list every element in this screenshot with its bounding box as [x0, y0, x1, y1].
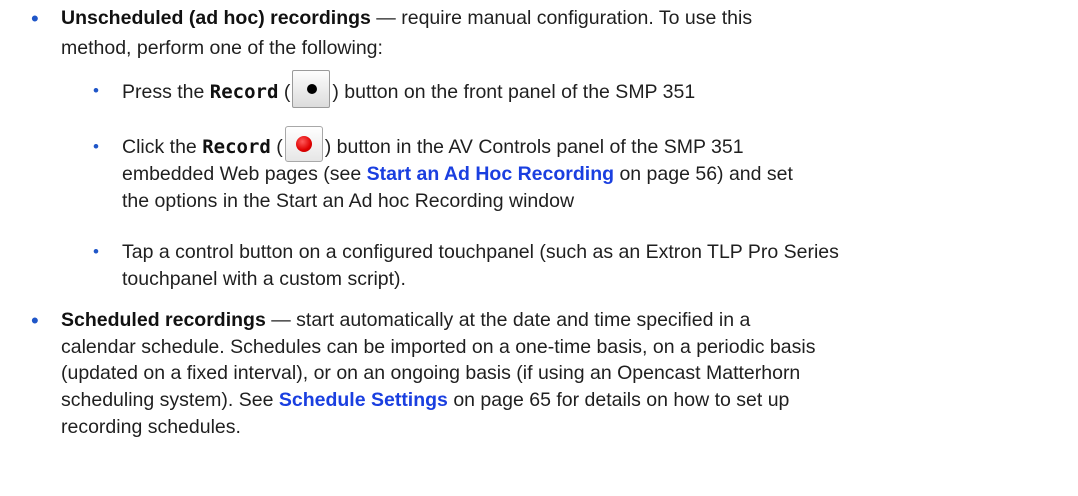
click-pre-text: Click the: [122, 136, 203, 159]
tap-line-2: touchpanel with a custom script).: [122, 268, 406, 290]
tap-line-1: Tap a control button on a configured tou…: [122, 241, 839, 263]
click-record-line-3: the options in the Start an Ad hoc Recor…: [122, 190, 575, 212]
click-line2-pre: embedded Web pages (see: [122, 163, 367, 185]
press-pre-text: Press the: [122, 81, 210, 104]
record-button-name: Record: [209, 81, 279, 104]
paren-open: (: [278, 81, 291, 104]
sub-bullet-icon: •: [93, 81, 99, 100]
unscheduled-line-1: Unscheduled (ad hoc) recordings — requir…: [61, 5, 752, 31]
bullet-icon: •: [31, 308, 39, 333]
document-page: • Unscheduled (ad hoc) recordings — requ…: [0, 0, 1078, 496]
click-post-text: ) button in the AV Controls panel of the…: [324, 136, 744, 159]
click-line2-post: on page 56) and set: [614, 163, 793, 185]
scheduled-line4-pre: scheduling system). See: [61, 389, 279, 411]
sub-bullet-icon: •: [93, 242, 99, 261]
start-ad-hoc-recording-link[interactable]: Start an Ad Hoc Recording: [367, 163, 614, 185]
paren-open: (: [270, 136, 283, 159]
scheduled-line-3: (updated on a fixed interval), or on an …: [61, 362, 801, 384]
schedule-settings-link[interactable]: Schedule Settings: [279, 389, 448, 411]
scheduled-desc: — start automatically at the date and ti…: [265, 309, 751, 331]
red-record-icon: [284, 126, 323, 162]
scheduled-line-4: scheduling system). See Schedule Setting…: [61, 387, 789, 413]
bullet-icon: •: [31, 6, 39, 31]
scheduled-line-1: Scheduled recordings — start automatical…: [61, 307, 750, 333]
press-record-line: Press the Record ( ) button on the front …: [122, 70, 696, 108]
unscheduled-desc: — require manual configuration. To use t…: [370, 7, 753, 29]
unscheduled-term: Unscheduled (ad hoc) recordings: [61, 7, 371, 29]
sub-bullet-icon: •: [93, 137, 99, 156]
record-dot-icon: [292, 70, 331, 108]
click-record-line-1: Click the Record ( ) button in the AV Con…: [122, 126, 744, 162]
record-button-name: Record: [202, 136, 271, 159]
scheduled-line-5: recording schedules.: [61, 416, 241, 438]
scheduled-line4-post: on page 65 for details on how to set up: [447, 389, 790, 411]
press-post-text: ) button on the front panel of the SMP 3…: [332, 81, 696, 104]
unscheduled-line-2: method, perform one of the following:: [61, 37, 383, 59]
scheduled-line-2: calendar schedule. Schedules can be impo…: [61, 336, 816, 358]
click-record-line-2: embedded Web pages (see Start an Ad Hoc …: [122, 161, 793, 187]
scheduled-term: Scheduled recordings: [61, 309, 266, 331]
